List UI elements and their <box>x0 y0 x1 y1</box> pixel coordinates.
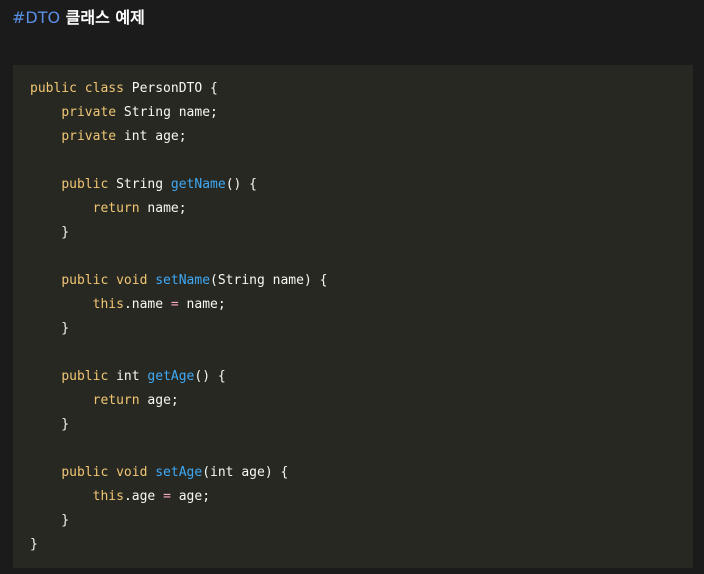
code-token: PersonDTO { <box>123 81 218 96</box>
code-token: } <box>30 225 70 240</box>
code-line: this.name = name; <box>30 293 693 317</box>
code-line: public String getName() { <box>30 173 693 197</box>
code-token: age; <box>139 393 179 408</box>
code-line: public class PersonDTO { <box>30 77 693 101</box>
code-token: private <box>61 105 117 120</box>
code-line: private int age; <box>30 125 693 149</box>
code-token: name; <box>139 201 187 216</box>
code-token: public <box>61 369 109 384</box>
code-token: public class <box>30 81 124 96</box>
code-line: private String name; <box>30 101 693 125</box>
code-token: private <box>61 129 117 144</box>
code-line: } <box>30 317 693 341</box>
code-token: setAge <box>155 465 203 480</box>
code-token: String <box>108 177 171 192</box>
code-token: this <box>92 297 124 312</box>
code-token: public void <box>61 273 148 288</box>
code-token: String name; <box>116 105 218 120</box>
code-token: age; <box>170 489 211 504</box>
code-token: setName <box>155 273 211 288</box>
code-line: } <box>30 509 693 533</box>
code-token: return <box>92 393 140 408</box>
code-token: () { <box>225 177 258 192</box>
code-token: } <box>30 537 38 552</box>
code-line: return name; <box>30 197 693 221</box>
code-token: .age <box>123 489 164 504</box>
code-token: } <box>30 321 70 336</box>
code-line: return age; <box>30 389 693 413</box>
code-line: } <box>30 221 693 245</box>
code-token: () { <box>194 369 226 384</box>
code-line: this.age = age; <box>30 485 693 509</box>
code-token: } <box>30 417 70 432</box>
code-token: (String name) { <box>210 273 328 288</box>
code-token: getName <box>170 177 226 192</box>
heading-hashtag: #DTO <box>12 8 61 27</box>
code-content: public class PersonDTO { private String … <box>30 77 693 557</box>
code-line: public void setName(String name) { <box>30 269 693 293</box>
code-token: int age; <box>116 129 187 144</box>
code-token: public void <box>61 465 148 480</box>
code-token: name; <box>178 297 226 312</box>
code-token: = <box>170 297 179 312</box>
code-line: public void setAge(int age) { <box>30 461 693 485</box>
code-token: (int age) { <box>202 465 289 480</box>
code-line: } <box>30 533 693 557</box>
code-token: } <box>30 513 70 528</box>
code-token: .name <box>123 297 171 312</box>
code-token: return <box>92 201 140 216</box>
code-token: this <box>92 489 124 504</box>
code-token: = <box>163 489 171 504</box>
code-token: int <box>108 369 148 384</box>
code-token: public <box>61 177 109 192</box>
code-line: } <box>30 413 693 437</box>
section-heading: #DTO 클래스 예제 <box>12 7 145 29</box>
code-block: public class PersonDTO { private String … <box>13 65 693 568</box>
heading-title: 클래스 예제 <box>65 8 145 27</box>
code-line: public int getAge() { <box>30 365 693 389</box>
code-token: getAge <box>147 369 195 384</box>
